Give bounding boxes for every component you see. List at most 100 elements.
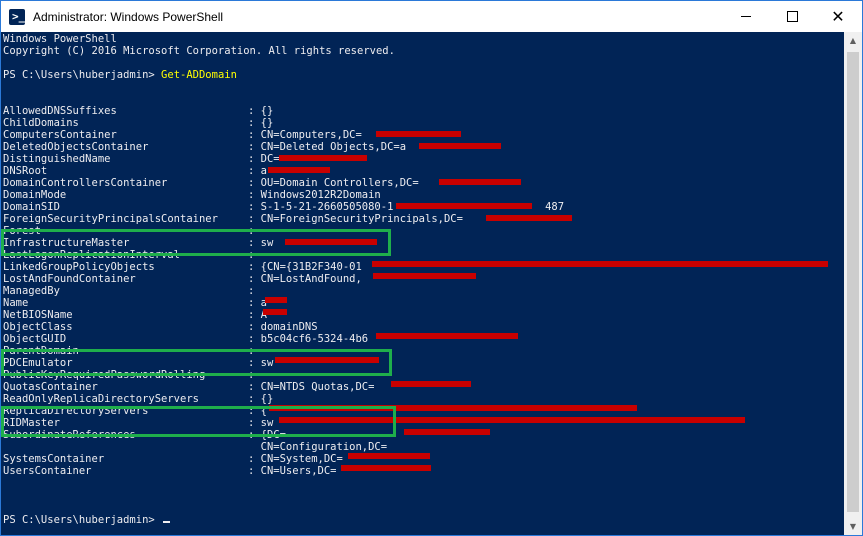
property-name: ReadOnlyReplicaDirectoryServers	[3, 393, 199, 405]
property-row: ManagedBy:	[3, 285, 254, 297]
property-row: CN=Configuration,DC=	[3, 441, 387, 453]
redaction-bar	[279, 155, 367, 161]
maximize-button[interactable]	[769, 1, 815, 32]
property-row: ObjectGUID : b5c04cf6-5324-4b6	[3, 333, 368, 345]
redaction-bar	[373, 273, 476, 279]
redaction-bar	[396, 203, 532, 209]
property-value: : CN=Computers,DC=	[248, 129, 362, 141]
copyright-line: Copyright (C) 2016 Microsoft Corporation…	[3, 45, 395, 57]
scroll-up-icon[interactable]: ▲	[844, 32, 862, 49]
property-name: LostAndFoundContainer	[3, 273, 136, 285]
redaction-bar	[376, 333, 518, 339]
highlight-rid-master	[1, 406, 396, 437]
property-row: DomainControllersContainer : OU=Domain Co…	[3, 177, 419, 189]
property-row: DistinguishedName: DC=	[3, 153, 280, 165]
redaction-bar	[486, 215, 572, 221]
command-line: PS C:\Users\huberjadmin> Get-ADDomain	[3, 69, 237, 81]
redaction-bar	[268, 167, 330, 173]
property-row: NetBIOSName: A	[3, 309, 267, 321]
title-bar[interactable]: >_ Administrator: Windows PowerShell ✕	[1, 1, 862, 32]
property-value: : {}	[248, 117, 274, 129]
property-name: DomainMode	[3, 189, 67, 201]
scroll-down-icon[interactable]: ▼	[844, 518, 862, 535]
property-row: ForeignSecurityPrincipalsContainer : CN=F…	[3, 213, 463, 225]
property-name: UsersContainer	[3, 465, 92, 477]
scroll-thumb[interactable]	[847, 52, 859, 512]
property-row: DNSRoot : a	[3, 165, 267, 177]
final-prompt-line[interactable]: PS C:\Users\huberjadmin>	[3, 514, 171, 526]
redaction-bar	[348, 453, 430, 459]
property-name: AllowedDNSSuffixes	[3, 105, 117, 117]
property-name: ComputersContainer	[3, 129, 117, 141]
property-row: ChildDomains : {}	[3, 117, 273, 129]
property-row: Name: a	[3, 297, 267, 309]
property-value: : CN=Deleted Objects,DC=a	[248, 141, 407, 153]
property-row: AllowedDNSSuffixes : {}	[3, 105, 273, 117]
powershell-icon: >_	[9, 9, 25, 25]
property-name: SystemsContainer	[3, 453, 105, 465]
property-value: : {}	[248, 393, 274, 405]
property-value: : CN=LostAndFound,	[248, 273, 362, 285]
minimize-icon	[741, 16, 751, 17]
property-value: :	[248, 285, 255, 297]
property-row: ObjectClass: domainDNS	[3, 321, 318, 333]
property-value: : CN=Users,DC=	[248, 465, 337, 477]
redaction-bar	[419, 143, 501, 149]
redaction-bar	[404, 429, 490, 435]
window-title: Administrator: Windows PowerShell	[33, 10, 224, 24]
redaction-bar	[372, 261, 828, 267]
banner-line: Windows PowerShell	[3, 33, 117, 45]
property-name: LinkedGroupPolicyObjects	[3, 261, 155, 273]
property-row: LinkedGroupPolicyObjects : {CN={31B2F340-…	[3, 261, 362, 273]
property-value: : CN=NTDS Quotas,DC=	[248, 381, 375, 393]
maximize-icon	[786, 11, 798, 22]
property-name: ChildDomains	[3, 117, 79, 129]
property-name: DomainControllersContainer	[3, 177, 168, 189]
property-row: UsersContainer : CN=Users,DC=	[3, 465, 337, 477]
property-value: : Windows2012R2Domain	[248, 189, 381, 201]
property-value: : {}	[248, 105, 274, 117]
close-button[interactable]: ✕	[815, 1, 861, 32]
property-name: ManagedBy	[3, 285, 60, 297]
powershell-window: >_ Administrator: Windows PowerShell ✕ W…	[0, 0, 863, 536]
property-name: QuotasContainer	[3, 381, 98, 393]
property-row: DeletedObjectsContainer : CN=Deleted Obje…	[3, 141, 406, 153]
property-name: DeletedObjectsContainer	[3, 141, 149, 153]
property-row: DomainMode : Windows2012R2Domain	[3, 189, 381, 201]
redaction-bar	[341, 465, 431, 471]
property-name: ForeignSecurityPrincipalsContainer	[3, 213, 218, 225]
redaction-bar	[263, 309, 287, 315]
property-value: : b5c04cf6-5324-4b6	[248, 333, 369, 345]
property-value: : CN=ForeignSecurityPrincipals,DC=	[248, 213, 463, 225]
redaction-bar	[265, 297, 287, 303]
property-name: NetBIOSName	[3, 309, 73, 321]
property-name: DomainSID	[3, 201, 60, 213]
close-icon: ✕	[831, 6, 845, 26]
property-value: : a	[248, 165, 267, 177]
property-row: SystemsContainer : CN=System,DC=	[3, 453, 343, 465]
redaction-bar	[439, 179, 521, 185]
text-cursor	[163, 521, 171, 523]
prompt-text: PS C:\Users\huberjadmin>	[3, 69, 162, 81]
redaction-bar	[376, 131, 461, 137]
property-value: : DC=	[248, 153, 280, 165]
redaction-bar	[391, 381, 471, 387]
property-value: : OU=Domain Controllers,DC=	[248, 177, 419, 189]
property-name: ObjectClass	[3, 321, 73, 333]
highlight-pdc-emulator	[1, 349, 392, 376]
property-value: : CN=System,DC=	[248, 453, 343, 465]
property-row: ReadOnlyReplicaDirectoryServers : {}	[3, 393, 273, 405]
vertical-scrollbar[interactable]: ▲ ▼	[844, 32, 862, 535]
final-prompt-text: PS C:\Users\huberjadmin>	[3, 514, 162, 526]
property-name: Name	[3, 297, 29, 309]
property-name: ObjectGUID	[3, 333, 67, 345]
property-value: : {CN={31B2F340-01	[248, 261, 362, 273]
property-row: QuotasContainer : CN=NTDS Quotas,DC=	[3, 381, 374, 393]
console-output[interactable]: Windows PowerShell Copyright (C) 2016 Mi…	[1, 32, 844, 535]
property-row: ComputersContainer : CN=Computers,DC=	[3, 129, 362, 141]
property-name: DNSRoot	[3, 165, 48, 177]
highlight-infrastructure-master	[1, 229, 391, 256]
property-row: LostAndFoundContainer : CN=LostAndFound,	[3, 273, 362, 285]
command-text: Get-ADDomain	[161, 69, 237, 81]
minimize-button[interactable]	[723, 1, 769, 32]
